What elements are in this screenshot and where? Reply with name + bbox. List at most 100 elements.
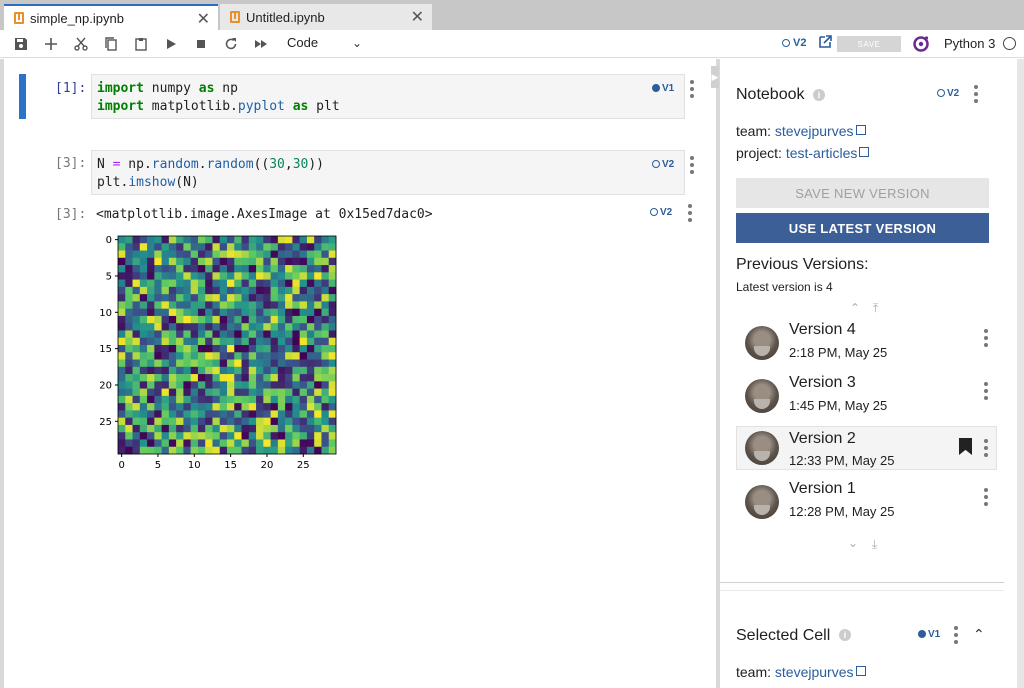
notebook-icon bbox=[230, 11, 240, 23]
heatmap-cell bbox=[248, 366, 257, 375]
heatmap-cell bbox=[285, 381, 293, 389]
heatmap-cell bbox=[241, 424, 250, 433]
heatmap-cell bbox=[292, 315, 300, 324]
version-item-1[interactable]: Version 1 12:28 PM, May 25 bbox=[736, 480, 997, 524]
tab-untitled[interactable]: Untitled.ipynb ✕ bbox=[220, 4, 432, 30]
version-item-3[interactable]: Version 3 1:45 PM, May 25 bbox=[736, 374, 997, 418]
tab-simple-np[interactable]: simple_np.ipynb ✕ bbox=[4, 4, 218, 30]
chevron-down-icon[interactable]: ⌄ bbox=[352, 36, 362, 50]
version-name: Version 3 bbox=[789, 374, 856, 391]
heatmap-cell bbox=[168, 374, 177, 382]
heatmap-cell bbox=[197, 323, 206, 331]
heatmap-cell bbox=[292, 388, 300, 397]
heatmap-cell bbox=[132, 424, 141, 433]
heatmap-cell bbox=[176, 410, 184, 418]
cell-menu-icon[interactable] bbox=[690, 80, 694, 98]
version-menu-icon[interactable] bbox=[984, 329, 988, 347]
cell-version-tag[interactable]: V2 bbox=[652, 159, 674, 170]
project-link[interactable]: test-articles bbox=[786, 145, 858, 161]
version-item-2[interactable]: Version 2 12:33 PM, May 25 bbox=[736, 426, 997, 470]
cell-menu-icon[interactable] bbox=[690, 156, 694, 174]
version-item-4[interactable]: Version 4 2:18 PM, May 25 bbox=[736, 321, 997, 365]
heatmap-cell bbox=[197, 272, 206, 280]
bookmark-icon[interactable] bbox=[959, 438, 972, 455]
chevron-up-icon[interactable]: ⌃ bbox=[973, 626, 985, 643]
heatmap-cell bbox=[234, 257, 242, 266]
code-cell-1[interactable]: import numpy as np import matplotlib.pyp… bbox=[91, 74, 685, 119]
external-link-icon[interactable] bbox=[855, 125, 866, 135]
cut-icon[interactable] bbox=[71, 34, 91, 54]
heatmap-cell bbox=[190, 243, 199, 251]
open-external-icon[interactable] bbox=[818, 35, 832, 49]
restart-icon[interactable] bbox=[221, 34, 241, 54]
heatmap-cell bbox=[197, 424, 206, 433]
heatmap-cell bbox=[306, 323, 315, 331]
version-name: Version 2 bbox=[789, 430, 856, 447]
heatmap-cell bbox=[132, 337, 141, 346]
selected-cell-menu-icon[interactable] bbox=[954, 626, 958, 644]
heatmap-cell bbox=[161, 301, 170, 309]
panel-splitter[interactable]: ▶ bbox=[708, 59, 720, 688]
heatmap-cell bbox=[118, 337, 126, 346]
code-cell-2[interactable]: N = np.random.random((30,30)) plt.imshow… bbox=[91, 150, 685, 195]
jump-to-bottom-icon[interactable]: ⤓ bbox=[872, 537, 877, 552]
version-menu-icon[interactable] bbox=[984, 439, 988, 457]
stop-icon[interactable] bbox=[191, 34, 211, 54]
run-icon[interactable] bbox=[161, 34, 181, 54]
heatmap-cell bbox=[219, 366, 228, 375]
jump-to-top-icon[interactable]: ⤒ bbox=[873, 301, 878, 316]
collapse-panel-icon[interactable]: ▶ bbox=[711, 66, 719, 88]
heatmap-cell bbox=[132, 410, 141, 418]
close-icon[interactable]: ✕ bbox=[197, 9, 210, 29]
heatmap-cell bbox=[292, 301, 300, 309]
team-link[interactable]: stevejpurves bbox=[775, 123, 854, 139]
close-icon[interactable]: ✕ bbox=[411, 7, 424, 27]
heatmap-cell bbox=[256, 330, 264, 339]
heatmap-cell bbox=[306, 279, 315, 288]
fast-forward-icon[interactable] bbox=[251, 34, 271, 54]
heatmap-cell bbox=[168, 236, 177, 244]
chevron-down-icon[interactable]: ⌄ bbox=[848, 536, 858, 550]
save-icon[interactable] bbox=[11, 34, 31, 54]
output-version-tag[interactable]: V2 bbox=[650, 207, 672, 218]
info-icon[interactable]: i bbox=[839, 629, 851, 641]
heatmap-cell bbox=[147, 359, 155, 368]
heatmap-cell bbox=[306, 395, 315, 404]
heatmap-cell bbox=[277, 330, 286, 339]
heatmap-cell bbox=[285, 257, 293, 266]
kernel-name[interactable]: Python 3 bbox=[944, 36, 995, 51]
add-cell-icon[interactable] bbox=[41, 34, 61, 54]
copy-icon[interactable] bbox=[101, 34, 121, 54]
selected-cell-version-tag[interactable]: V1 bbox=[918, 629, 940, 640]
cell-version-tag[interactable]: V1 bbox=[652, 83, 674, 94]
team-link[interactable]: stevejpurves bbox=[775, 664, 854, 680]
paste-icon[interactable] bbox=[131, 34, 151, 54]
cell-type-select[interactable]: Code bbox=[287, 35, 318, 50]
heatmap-cell bbox=[183, 250, 191, 259]
avatar bbox=[745, 431, 779, 465]
chevron-up-icon[interactable]: ⌃ bbox=[850, 301, 860, 315]
heatmap-cell bbox=[292, 345, 300, 353]
info-icon[interactable]: i bbox=[813, 89, 825, 101]
save-version-button[interactable]: SAVE bbox=[837, 36, 901, 52]
heatmap-cell bbox=[306, 359, 315, 368]
version-menu-icon[interactable] bbox=[984, 488, 988, 506]
heatmap-cell bbox=[183, 381, 191, 389]
version-name: Version 1 bbox=[789, 480, 856, 497]
heatmap-cell bbox=[321, 294, 330, 302]
version-menu-icon[interactable] bbox=[984, 382, 988, 400]
heatmap-cell bbox=[270, 265, 279, 273]
notebook-menu-icon[interactable] bbox=[974, 85, 978, 103]
heatmap-cell bbox=[248, 337, 257, 346]
external-link-icon[interactable] bbox=[859, 147, 870, 157]
save-new-version-button[interactable]: SAVE NEW VERSION bbox=[736, 178, 989, 208]
panel-scrollbar[interactable] bbox=[1017, 59, 1024, 688]
notebook-version-tag[interactable]: V2 bbox=[937, 88, 959, 99]
output-menu-icon[interactable] bbox=[688, 204, 692, 222]
version-tag[interactable]: V2 bbox=[782, 37, 806, 49]
use-latest-version-button[interactable]: USE LATEST VERSION bbox=[736, 213, 989, 243]
heatmap-cell bbox=[190, 439, 199, 448]
external-link-icon[interactable] bbox=[855, 666, 866, 676]
heatmap-cell bbox=[241, 236, 250, 244]
heatmap-plot: 0 5 10 15 20 25 0 5 10 15 20 25 bbox=[99, 235, 337, 470]
